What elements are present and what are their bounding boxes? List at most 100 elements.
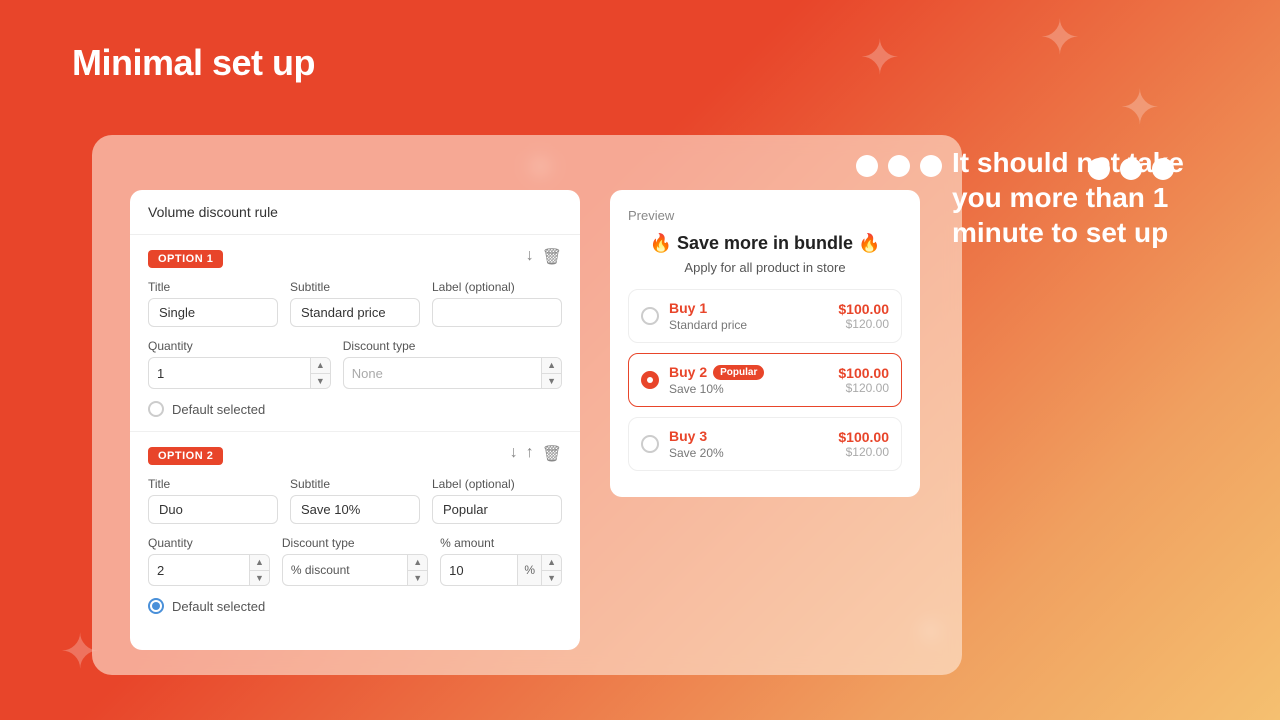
move-down-icon[interactable]: ↓ [526, 247, 534, 267]
bundle-name-row-2: Buy 2 Popular [669, 364, 828, 380]
panel-header: Volume discount rule [130, 190, 580, 235]
bundle-radio-2[interactable] [641, 371, 659, 389]
option1-discount-up[interactable]: ▲ [542, 358, 561, 374]
window-dot-red [856, 155, 878, 177]
option2-subtitle-field: Subtitle [290, 477, 420, 524]
bundle-price-col-2: $100.00 $120.00 [838, 365, 889, 395]
option2-default-label: Default selected [172, 599, 265, 614]
bundle-option-2[interactable]: Buy 2 Popular Save 10% $100.00 $120.00 [628, 353, 902, 407]
option2-stepper-buttons: ▲ ▼ [249, 555, 269, 585]
option2-default-row: Default selected [148, 598, 562, 614]
option1-subtitle-field: Subtitle [290, 280, 420, 327]
option2-amount-up[interactable]: ▲ [542, 555, 561, 571]
option2-amount-wrap[interactable]: 10 % ▲ ▼ [440, 554, 562, 586]
option2-quantity-stepper[interactable]: 2 ▲ ▼ [148, 554, 270, 586]
bundle-name-row-1: Buy 1 [669, 300, 828, 316]
delete-icon[interactable]: 🗑 [542, 247, 562, 267]
option1-discount-type-select[interactable]: None ▲ ▼ [343, 357, 562, 389]
option1-label-label: Label (optional) [432, 280, 562, 294]
option2-title-input[interactable] [148, 495, 278, 524]
option1-quantity-stepper[interactable]: 1 ▲ ▼ [148, 357, 331, 389]
option2-discount-type-value: % discount [283, 563, 407, 577]
percent-symbol: % [517, 555, 541, 585]
option1-discount-type-label: Discount type [343, 339, 562, 353]
option2-label-field: Label (optional) [432, 477, 562, 524]
bundle-name-3: Buy 3 [669, 428, 707, 444]
sparkle-decoration: ✦ [860, 30, 900, 86]
window-dots [856, 155, 942, 177]
option2-label-input[interactable] [432, 495, 562, 524]
option2-discount-down[interactable]: ▼ [408, 571, 427, 586]
bundle-radio-3[interactable] [641, 435, 659, 453]
bundle-desc-1: Standard price [669, 318, 828, 332]
bundle-name-1: Buy 1 [669, 300, 707, 316]
popular-badge: Popular [713, 365, 764, 380]
option2-default-radio[interactable] [148, 598, 164, 614]
option1-discount-stepper: ▲ ▼ [541, 358, 561, 388]
option1-title-label: Title [148, 280, 278, 294]
option2-discount-stepper: ▲ ▼ [407, 555, 427, 585]
option1-subtitle-label: Subtitle [290, 280, 420, 294]
sidebar-description: It should not take you more than 1 minut… [952, 145, 1232, 250]
option2-title-label: Title [148, 477, 278, 491]
page-title: Minimal set up [72, 42, 315, 84]
option1-default-label: Default selected [172, 402, 265, 417]
option-2-section: OPTION 2 ↓ ↑ 🗑 Title Subtitle Label (opt… [130, 432, 580, 628]
bundle-price-col-1: $100.00 $120.00 [838, 301, 889, 331]
bundle-info-1: Buy 1 Standard price [669, 300, 828, 332]
option1-discount-type-value: None [344, 366, 541, 381]
option1-discount-type-field: Discount type None ▲ ▼ [343, 339, 562, 389]
option2-amount-stepper: ▲ ▼ [541, 555, 561, 585]
option1-stepper-buttons: ▲ ▼ [310, 358, 330, 388]
option2-subtitle-input[interactable] [290, 495, 420, 524]
move-down-icon-2[interactable]: ↓ [510, 444, 518, 464]
option2-amount-down[interactable]: ▼ [542, 571, 561, 586]
bundle-radio-1[interactable] [641, 307, 659, 325]
option2-quantity-field: Quantity 2 ▲ ▼ [148, 536, 270, 586]
option-1-section: OPTION 1 ↓ 🗑 Title Subtitle Label (optio… [130, 235, 580, 432]
bundle-option-3[interactable]: Buy 3 Save 20% $100.00 $120.00 [628, 417, 902, 471]
move-up-icon[interactable]: ↑ [526, 444, 534, 464]
option2-increment-button[interactable]: ▲ [250, 555, 269, 571]
option1-increment-button[interactable]: ▲ [311, 358, 330, 374]
option1-label-input[interactable] [432, 298, 562, 327]
option1-default-radio[interactable] [148, 401, 164, 417]
option1-title-input[interactable] [148, 298, 278, 327]
bundle-price-3: $100.00 [838, 429, 889, 445]
bundle-price-col-3: $100.00 $120.00 [838, 429, 889, 459]
bundle-option-1[interactable]: Buy 1 Standard price $100.00 $120.00 [628, 289, 902, 343]
bundle-orig-price-1: $120.00 [838, 317, 889, 331]
option2-row1: Title Subtitle Label (optional) [148, 477, 562, 524]
window-dot-yellow [888, 155, 910, 177]
delete-icon-2[interactable]: 🗑 [542, 444, 562, 464]
preview-title: 🔥 Save more in bundle 🔥 [628, 233, 902, 254]
option1-title-field: Title [148, 280, 278, 327]
option1-label-field: Label (optional) [432, 280, 562, 327]
option2-row2: Quantity 2 ▲ ▼ Discount type % discount … [148, 536, 562, 586]
option2-discount-type-select[interactable]: % discount ▲ ▼ [282, 554, 428, 586]
option1-row1: Title Subtitle Label (optional) [148, 280, 562, 327]
bundle-orig-price-3: $120.00 [838, 445, 889, 459]
option1-subtitle-input[interactable] [290, 298, 420, 327]
bundle-name-row-3: Buy 3 [669, 428, 828, 444]
option2-actions: ↓ ↑ 🗑 [510, 444, 562, 464]
option2-decrement-button[interactable]: ▼ [250, 571, 269, 586]
option2-amount-field: % amount 10 % ▲ ▼ [440, 536, 562, 586]
bundle-price-1: $100.00 [838, 301, 889, 317]
option2-discount-up[interactable]: ▲ [408, 555, 427, 571]
option2-amount-label: % amount [440, 536, 562, 550]
option1-discount-down[interactable]: ▼ [542, 374, 561, 389]
option2-amount-value: 10 [441, 563, 517, 578]
option2-subtitle-label: Subtitle [290, 477, 420, 491]
option1-actions: ↓ 🗑 [526, 247, 562, 267]
bundle-info-2: Buy 2 Popular Save 10% [669, 364, 828, 396]
option2-discount-type-field: Discount type % discount ▲ ▼ [282, 536, 428, 586]
sparkle-decoration: ✦ [1040, 10, 1080, 66]
option2-discount-type-label: Discount type [282, 536, 428, 550]
sparkle-decoration: ✦ [1120, 80, 1160, 136]
option1-row2: Quantity 1 ▲ ▼ Discount type None ▲ ▼ [148, 339, 562, 389]
option2-title-field: Title [148, 477, 278, 524]
preview-subtitle: Apply for all product in store [628, 260, 902, 275]
option1-default-row: Default selected [148, 401, 562, 417]
option1-decrement-button[interactable]: ▼ [311, 374, 330, 389]
